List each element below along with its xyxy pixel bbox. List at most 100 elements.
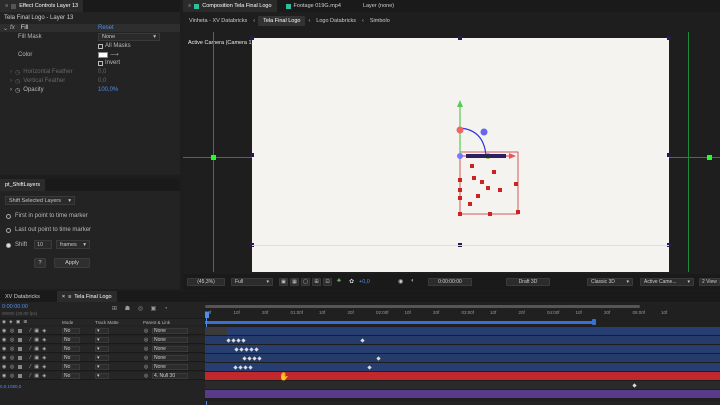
solo-icon[interactable]: ◎: [10, 346, 14, 352]
solo-icon[interactable]: ◎: [10, 373, 14, 379]
layer-bound-handle[interactable]: [667, 36, 671, 40]
all-masks-checkbox[interactable]: All Masks: [98, 42, 131, 50]
x-axis-arrowhead[interactable]: [509, 153, 516, 159]
mode-dropdown[interactable]: No: [62, 346, 80, 352]
solo-icon[interactable]: ◎: [10, 337, 14, 343]
pickwhip-icon[interactable]: ◎: [144, 373, 148, 379]
layer-duration-bar[interactable]: [227, 327, 720, 335]
reset-link[interactable]: Reset: [98, 25, 114, 31]
layer-duration-bar[interactable]: [205, 390, 720, 398]
visibility-icon[interactable]: ◉: [2, 337, 6, 343]
layer-duration-bar[interactable]: [205, 327, 227, 335]
parent-dropdown[interactable]: None: [152, 364, 188, 370]
layer-bound-handle[interactable]: [250, 153, 254, 157]
label-color-icon[interactable]: [18, 347, 22, 351]
snapshot-icon[interactable]: ◉: [398, 278, 403, 285]
guides-icon[interactable]: ⊡: [323, 278, 332, 286]
table-row[interactable]: ◉ ◎ ⁄ ▣ ◈ No ▾ ◎ None: [0, 354, 205, 362]
layer-duration-bar[interactable]: [205, 381, 720, 389]
null-handles[interactable]: [466, 154, 506, 158]
solo-icon[interactable]: ◎: [10, 364, 14, 370]
view-layout-dropdown[interactable]: 2 View: [699, 278, 720, 286]
show-snapshot-icon[interactable]: ◐: [411, 278, 415, 284]
visibility-icon[interactable]: ◉: [2, 364, 6, 370]
solo-icon[interactable]: ◎: [10, 328, 14, 334]
pickwhip-icon[interactable]: ◎: [144, 346, 148, 352]
visibility-icon[interactable]: ◉: [2, 328, 6, 334]
table-row[interactable]: ◉ ◎ ⁄ ▣ ◈ No ▾ ◎ None: [0, 363, 205, 371]
tab-effect-controls[interactable]: ≡ Effect Controls Layer 13: [0, 0, 84, 12]
breadcrumb-item[interactable]: Simbolo: [364, 18, 396, 24]
trkmat-column-header[interactable]: Track Matte: [95, 320, 119, 325]
fill-mask-dropdown[interactable]: None ▾: [98, 33, 160, 41]
camera-view-dropdown[interactable]: Active Came... ▾: [640, 278, 694, 286]
tab-timeline-prev[interactable]: XV Databricks: [0, 291, 45, 302]
anchor-point[interactable]: [457, 153, 463, 159]
fill-effect-header[interactable]: ⌄ fx Fill Reset: [0, 24, 180, 32]
mode-dropdown[interactable]: No: [62, 373, 80, 379]
switches-icons[interactable]: ⁄ ▣ ◈: [30, 355, 47, 361]
table-row[interactable]: ◉ ◎ ⁄ ▣ ◈ No ▾ ◎ 4. Null 30: [0, 372, 205, 380]
horizontal-feather-row[interactable]: › ◷ Horizontal Feather 0,0: [10, 68, 106, 76]
parent-dropdown[interactable]: None: [152, 346, 188, 352]
checkbox-icon[interactable]: [98, 43, 103, 49]
renderer-dropdown[interactable]: Classic 3D ▾: [587, 278, 633, 286]
label-color-icon[interactable]: [18, 329, 22, 333]
trkmat-dropdown[interactable]: ▾: [95, 373, 109, 379]
draft-3d-toggle[interactable]: Draft 3D: [506, 278, 550, 286]
trkmat-dropdown[interactable]: ▾: [95, 346, 109, 352]
solo-icon[interactable]: ◎: [10, 355, 14, 361]
chevron-right-icon[interactable]: ›: [10, 78, 12, 84]
breadcrumb-item[interactable]: Vinheta - XV Databricks: [183, 18, 253, 24]
menu-icon[interactable]: ≡: [188, 3, 191, 9]
exposure-value[interactable]: +0,0: [359, 279, 370, 285]
shift-amount-input[interactable]: 10: [34, 240, 52, 249]
chevron-right-icon[interactable]: ›: [10, 69, 12, 75]
rotation-handle[interactable]: [480, 128, 488, 136]
apply-button[interactable]: Apply: [54, 258, 90, 268]
vertical-feather-value[interactable]: 0,0: [98, 78, 106, 84]
timeline-switches-icons[interactable]: ⊞ ☗ ◎ ▣ ◔: [112, 305, 171, 312]
grid-icon[interactable]: ⊞: [312, 278, 321, 286]
switches-icons[interactable]: ⁄ ▣ ◈: [30, 328, 47, 334]
label-color-icon[interactable]: [18, 365, 22, 369]
table-row[interactable]: ◉ ◎ ⁄ ▣ ◈ No ▾ ◎ None: [0, 345, 205, 353]
guide-handle[interactable]: [707, 155, 712, 160]
layer-duration-bar[interactable]: [205, 336, 720, 344]
visibility-icon[interactable]: ◉: [2, 346, 6, 352]
first-in-option[interactable]: First in point to time marker: [6, 212, 88, 220]
breadcrumb-item[interactable]: Tela Final Logo: [258, 16, 306, 26]
mode-dropdown[interactable]: No: [62, 337, 80, 343]
stopwatch-icon[interactable]: ◷: [15, 87, 20, 94]
tab-shift-layers[interactable]: pt_ShiftLayers: [0, 179, 46, 191]
time-ruler[interactable]: 00f10f20f01:00f10f20f02:00f10f20f03:00f1…: [205, 303, 720, 327]
work-area-bar[interactable]: [205, 305, 640, 308]
zoom-dropdown[interactable]: (45,3%): [187, 278, 225, 286]
table-row[interactable]: ◉ ◎ ⁄ ▣ ◈ No ▾ ◎ None: [0, 336, 205, 344]
trkmat-dropdown[interactable]: ▾: [95, 355, 109, 361]
transparency-grid-icon[interactable]: ▦: [290, 278, 299, 286]
visibility-icon[interactable]: ◉: [2, 355, 6, 361]
stopwatch-icon[interactable]: ◷: [15, 78, 20, 85]
last-out-option[interactable]: Last out point to time marker: [6, 226, 91, 234]
parent-column-header[interactable]: Parent & Link: [143, 320, 170, 325]
radio-selected-icon[interactable]: [6, 242, 11, 248]
trkmat-dropdown[interactable]: ▾: [95, 337, 109, 343]
parent-dropdown[interactable]: None: [152, 328, 188, 334]
pickwhip-icon[interactable]: ◎: [144, 364, 148, 370]
chevron-right-icon[interactable]: ›: [10, 87, 12, 93]
mask-visibility-icon[interactable]: ▢: [301, 278, 310, 286]
trkmat-dropdown[interactable]: ▾: [95, 364, 109, 370]
guide-line[interactable]: [688, 32, 689, 272]
table-row[interactable]: ◉ ◎ ⁄ ▣ ◈ No ▾ ◎ None: [0, 327, 205, 335]
layer-duration-bar[interactable]: [205, 345, 720, 353]
stopwatch-icon[interactable]: ◷: [15, 69, 20, 76]
shift-option[interactable]: Shift: [6, 241, 27, 249]
tab-timeline-current[interactable]: × ≡ Tela Final Logo: [56, 291, 117, 302]
layer-bound-handle[interactable]: [250, 36, 254, 40]
mode-dropdown[interactable]: No: [62, 328, 80, 334]
mode-column-header[interactable]: Mode: [62, 320, 73, 325]
parent-dropdown[interactable]: None: [152, 355, 188, 361]
opacity-value[interactable]: 100,0%: [98, 87, 118, 93]
mode-dropdown[interactable]: No: [62, 364, 80, 370]
